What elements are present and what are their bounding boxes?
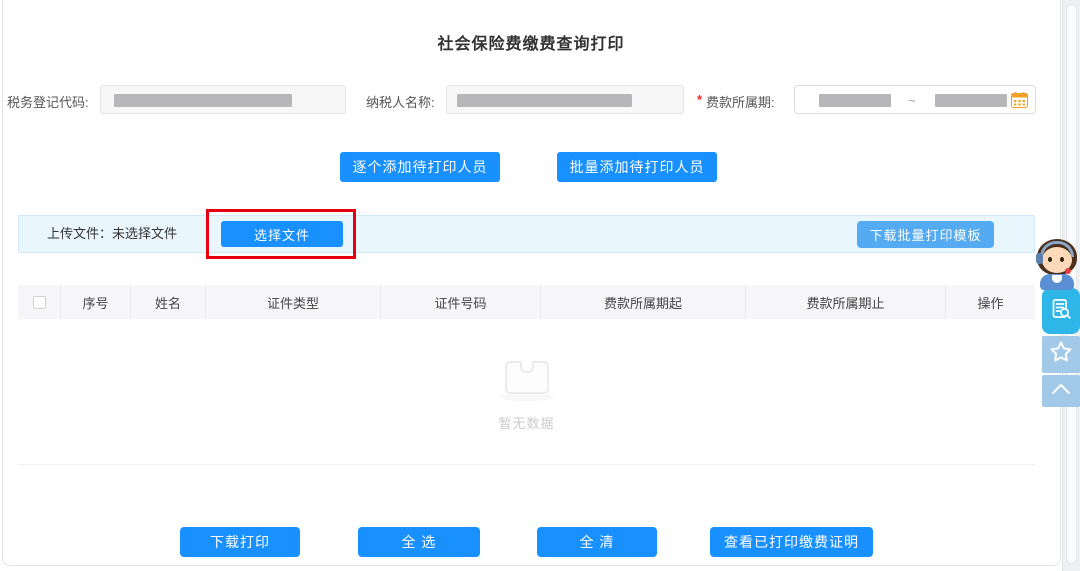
clear-all-button[interactable]: 全 清 [537,527,657,557]
fee-period-range-input[interactable]: ~ [794,85,1036,114]
document-search-sidebar-button[interactable] [1042,288,1080,334]
taxpayer-name-input[interactable] [446,85,684,114]
empty-state-text: 暂无数据 [498,415,555,431]
col-header-period-start: 费款所属期起 [540,285,745,319]
upload-file-bar: 上传文件：未选择文件 选择文件 下载批量打印模板 [18,209,1035,259]
redacted-value [114,94,292,107]
table-empty-body: 暂无数据 [18,319,1035,465]
col-header-period-end: 费款所属期止 [745,285,945,319]
add-single-person-button[interactable]: 逐个添加待打印人员 [340,152,500,182]
redacted-value [819,94,891,107]
select-all-button[interactable]: 全 选 [358,527,480,557]
required-mark: * [697,92,703,107]
headset-mic-icon [1065,268,1071,274]
tax-code-input[interactable] [100,85,346,114]
document-search-icon [1049,297,1073,326]
star-icon [1048,339,1074,370]
back-to-top-sidebar-button[interactable] [1042,375,1080,407]
chevron-up-icon [1049,379,1073,404]
empty-box-icon [494,352,560,407]
table-header-row: 序号 姓名 证件类型 证件号码 费款所属期起 费款所属期止 操作 [18,285,1035,319]
col-header-index: 序号 [60,285,130,319]
tax-code-label: 税务登记代码: [7,95,89,110]
calendar-icon[interactable] [1011,92,1028,108]
add-batch-person-button[interactable]: 批量添加待打印人员 [557,152,717,182]
customer-service-avatar[interactable] [1034,238,1080,292]
select-all-header-cell [18,285,60,319]
select-all-checkbox[interactable] [32,295,46,309]
social-insurance-print-page: 社会保险费缴费查询打印 税务登记代码: 纳税人名称: * 费款所属期: ~ 逐个… [0,0,1080,571]
upload-file-label: 上传文件：未选择文件 [47,226,178,241]
download-template-button[interactable]: 下载批量打印模板 [857,221,994,248]
page-title: 社会保险费缴费查询打印 [437,36,625,53]
taxpayer-name-label: 纳税人名称: [366,95,435,110]
headset-earpiece-icon [1036,253,1043,264]
range-separator: ~ [908,93,916,108]
redacted-value [935,94,1007,107]
col-header-operation: 操作 [945,285,1035,319]
col-header-name: 姓名 [130,285,205,319]
col-header-id-number: 证件号码 [380,285,540,319]
choose-file-button[interactable]: 选择文件 [221,221,343,247]
fee-period-label: 费款所属期: [706,95,775,110]
redacted-value [457,94,632,107]
download-print-button[interactable]: 下载打印 [180,527,300,557]
print-person-table: 序号 姓名 证件类型 证件号码 费款所属期起 费款所属期止 操作 暂无数据 [18,285,1035,465]
view-printed-certificates-button[interactable]: 查看已打印缴费证明 [710,527,873,557]
favorite-sidebar-button[interactable] [1042,336,1080,373]
col-header-id-type: 证件类型 [205,285,380,319]
